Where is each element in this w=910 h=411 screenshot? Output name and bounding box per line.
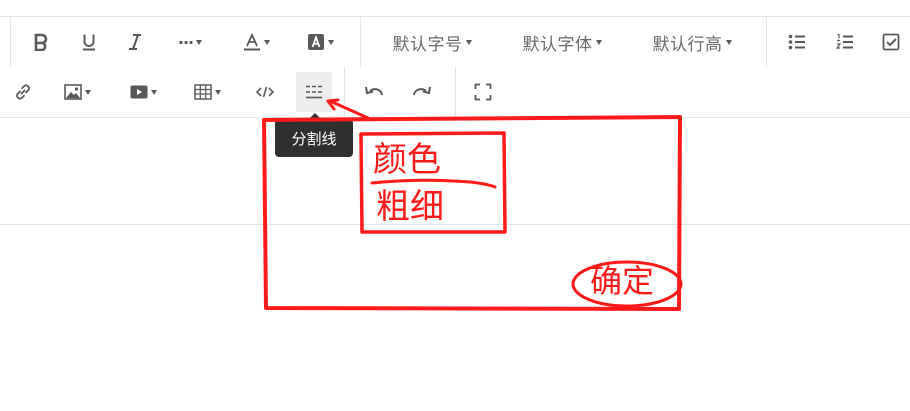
annotation-confirm-label: 确定 bbox=[590, 262, 655, 300]
annotation-overlay bbox=[262, 98, 683, 311]
annotation-thickness-label: 粗细 bbox=[376, 187, 444, 227]
annotation-arrow bbox=[328, 99, 370, 120]
annotation-underline bbox=[370, 178, 497, 189]
annotation-color-label: 颜色 bbox=[373, 140, 441, 180]
